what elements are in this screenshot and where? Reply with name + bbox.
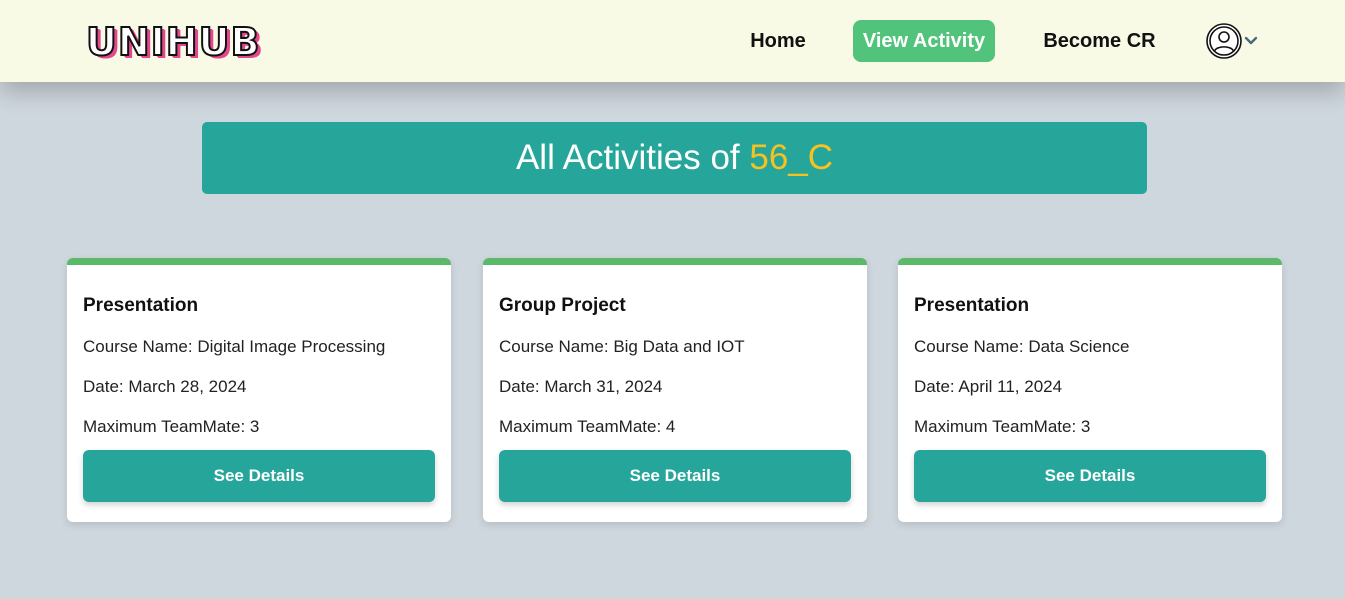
- activity-date: Date: March 31, 2024: [499, 377, 663, 396]
- banner-section-name: 56_C: [749, 138, 834, 177]
- nav-view-activity-link[interactable]: View Activity: [853, 20, 995, 62]
- user-circle-icon[interactable]: [1205, 22, 1243, 60]
- nav-become-cr-link[interactable]: Become CR: [1032, 20, 1167, 62]
- activity-course: Course Name: Big Data and IOT: [499, 337, 745, 356]
- see-details-button[interactable]: See Details: [499, 450, 851, 502]
- see-details-button[interactable]: See Details: [83, 450, 435, 502]
- activity-max-teammates: Maximum TeamMate: 3: [914, 417, 1091, 436]
- page-title-banner: All Activities of 56_C: [202, 122, 1147, 194]
- activity-title: Group Project: [499, 295, 626, 316]
- activity-card: Group Project Course Name: Big Data and …: [483, 258, 867, 522]
- nav-home-link[interactable]: Home: [738, 20, 818, 62]
- activity-title: Presentation: [914, 295, 1030, 316]
- activity-card: Presentation Course Name: Data Science D…: [898, 258, 1282, 522]
- activity-card: Presentation Course Name: Digital Image …: [67, 258, 451, 522]
- unihub-logo[interactable]: UNIHUB: [85, 20, 261, 64]
- banner-prefix: All Activities of: [515, 138, 750, 177]
- chevron-down-icon[interactable]: [1244, 33, 1258, 47]
- activity-title: Presentation: [83, 295, 199, 316]
- activity-course: Course Name: Data Science: [914, 337, 1130, 356]
- activity-date: Date: March 28, 2024: [83, 377, 247, 396]
- see-details-button[interactable]: See Details: [914, 450, 1266, 502]
- activity-max-teammates: Maximum TeamMate: 3: [83, 417, 260, 436]
- navbar: UNIHUB Home View Activity Become CR: [0, 0, 1345, 82]
- activity-max-teammates: Maximum TeamMate: 4: [499, 417, 676, 436]
- logo-text: UNIHUB: [85, 20, 261, 64]
- activity-date: Date: April 11, 2024: [914, 377, 1063, 396]
- activity-course: Course Name: Digital Image Processing: [83, 337, 386, 356]
